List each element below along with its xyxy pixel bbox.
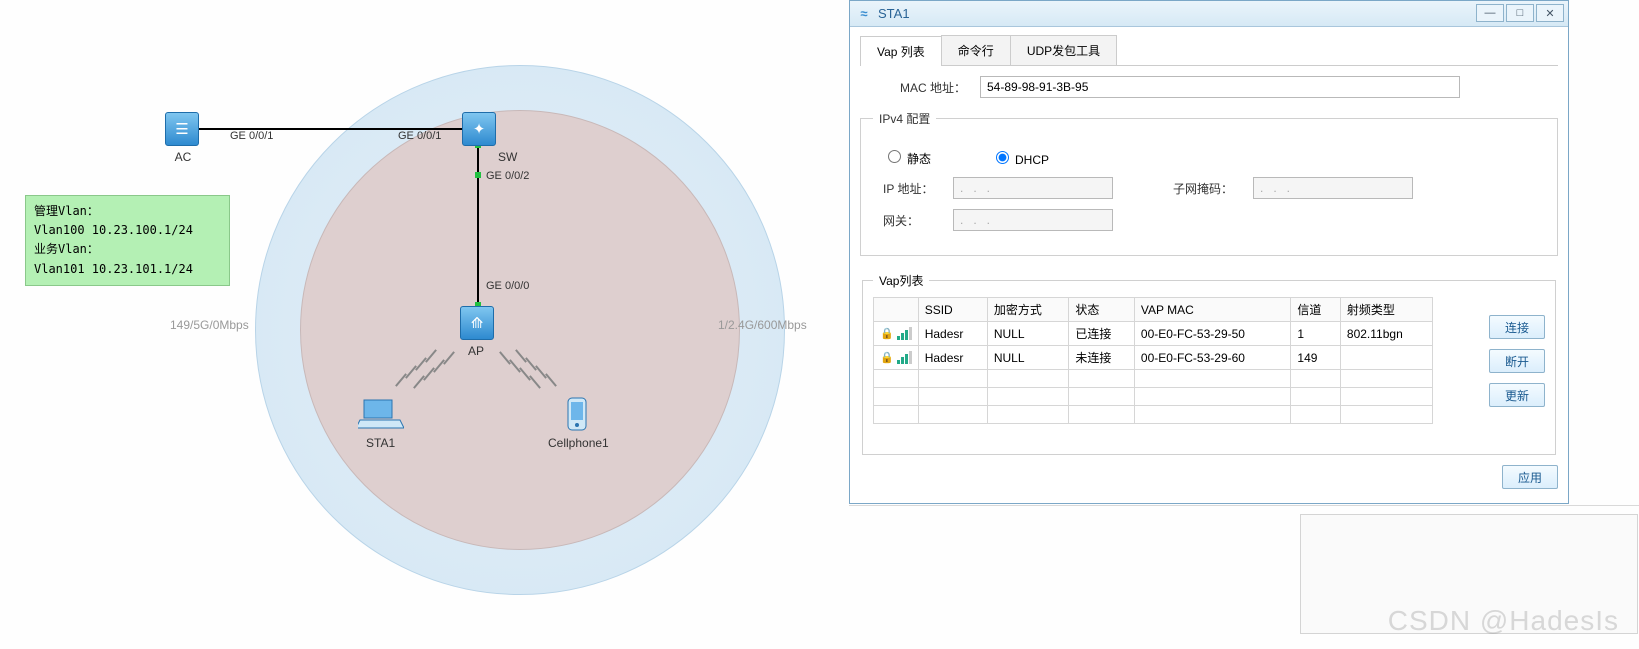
window-body: Vap 列表 命令行 UDP发包工具 MAC 地址： IPv4 配置 静态 DH… — [850, 27, 1568, 503]
device-ac-icon[interactable]: ☰ — [165, 112, 199, 146]
radio-static[interactable]: 静态 — [883, 147, 931, 167]
vap-list-group: Vap列表 SSID 加密方式 状态 VAP MAC 信道 射频类型 � — [862, 272, 1556, 455]
maximize-button[interactable]: □ — [1506, 4, 1534, 22]
apply-button[interactable]: 应用 — [1502, 465, 1558, 489]
minimize-button[interactable]: — — [1476, 4, 1504, 22]
link-sw-ap — [477, 146, 479, 306]
refresh-button[interactable]: 更新 — [1489, 383, 1545, 407]
mac-label: MAC 地址： — [900, 79, 980, 96]
port-dot — [475, 172, 481, 178]
tab-bar: Vap 列表 命令行 UDP发包工具 — [860, 35, 1558, 66]
table-row — [874, 406, 1433, 424]
bottom-inspector-panel — [1300, 514, 1638, 634]
tab-vap-list[interactable]: Vap 列表 — [860, 36, 942, 66]
vlan-line: 管理Vlan： — [34, 202, 221, 221]
vap-table[interactable]: SSID 加密方式 状态 VAP MAC 信道 射频类型 🔒 Hadesr NU… — [873, 297, 1433, 424]
signal-icon: 🔒 — [880, 351, 912, 364]
radio-dhcp[interactable]: DHCP — [991, 148, 1049, 167]
port-label: GE 0/0/1 — [230, 130, 273, 142]
port-label: GE 0/0/1 — [398, 130, 441, 142]
ipv4-config-group: IPv4 配置 静态 DHCP IP 地址： 子网掩码： 网关： — [860, 110, 1558, 256]
signal-icon: 🔒 — [880, 327, 912, 340]
ipv4-legend: IPv4 配置 — [873, 110, 936, 127]
ip-label: IP 地址： — [883, 180, 953, 197]
vlan-line: Vlan101 10.23.101.1/24 — [34, 260, 221, 279]
mac-input[interactable] — [980, 76, 1460, 98]
gw-input — [953, 209, 1113, 231]
disconnect-button[interactable]: 断开 — [1489, 349, 1545, 373]
table-row — [874, 370, 1433, 388]
vap-button-column: 连接 断开 更新 — [1489, 315, 1545, 407]
device-ac-label: AC — [168, 150, 198, 164]
band-left-label: 149/5G/0Mbps — [170, 318, 249, 332]
ip-input — [953, 177, 1113, 199]
vap-legend: Vap列表 — [873, 272, 929, 289]
lock-icon: 🔒 — [880, 351, 894, 364]
topology-canvas: 管理Vlan： Vlan100 10.23.100.1/24 业务Vlan： V… — [0, 0, 840, 649]
device-phone-icon[interactable] — [566, 396, 588, 435]
table-row — [874, 388, 1433, 406]
vlan-line: Vlan100 10.23.100.1/24 — [34, 221, 221, 240]
window-title: STA1 — [878, 6, 910, 21]
device-sta-icon[interactable] — [358, 398, 404, 435]
device-phone-label: Cellphone1 — [548, 436, 609, 450]
device-sw-icon[interactable]: ✦ — [462, 112, 496, 146]
gw-label: 网关： — [883, 212, 953, 229]
port-label: GE 0/0/0 — [486, 280, 529, 292]
window-titlebar[interactable]: ≈ STA1 — □ ✕ — [850, 1, 1568, 27]
device-sw-label: SW — [498, 150, 517, 164]
table-row[interactable]: 🔒 Hadesr NULL 已连接 00-E0-FC-53-29-50 1 80… — [874, 322, 1433, 346]
tab-udp-tool[interactable]: UDP发包工具 — [1010, 35, 1117, 65]
mask-label: 子网掩码： — [1173, 180, 1253, 197]
app-icon: ≈ — [856, 6, 872, 22]
close-button[interactable]: ✕ — [1536, 4, 1564, 22]
device-ap-label: AP — [468, 344, 484, 358]
vlan-info-box: 管理Vlan： Vlan100 10.23.100.1/24 业务Vlan： V… — [25, 195, 230, 286]
tab-cli[interactable]: 命令行 — [941, 35, 1011, 65]
mask-input — [1253, 177, 1413, 199]
band-right-label: 1/2.4G/600Mbps — [718, 318, 807, 332]
device-ap-icon[interactable]: ⟰ — [460, 306, 494, 340]
device-sta-label: STA1 — [366, 436, 395, 450]
sta-window: ≈ STA1 — □ ✕ Vap 列表 命令行 UDP发包工具 MAC 地址： … — [849, 0, 1569, 504]
connect-button[interactable]: 连接 — [1489, 315, 1545, 339]
vlan-line: 业务Vlan： — [34, 240, 221, 259]
table-header-row: SSID 加密方式 状态 VAP MAC 信道 射频类型 — [874, 298, 1433, 322]
table-row[interactable]: 🔒 Hadesr NULL 未连接 00-E0-FC-53-29-60 149 — [874, 346, 1433, 370]
lock-icon: 🔒 — [880, 327, 894, 340]
port-label: GE 0/0/2 — [486, 170, 529, 182]
